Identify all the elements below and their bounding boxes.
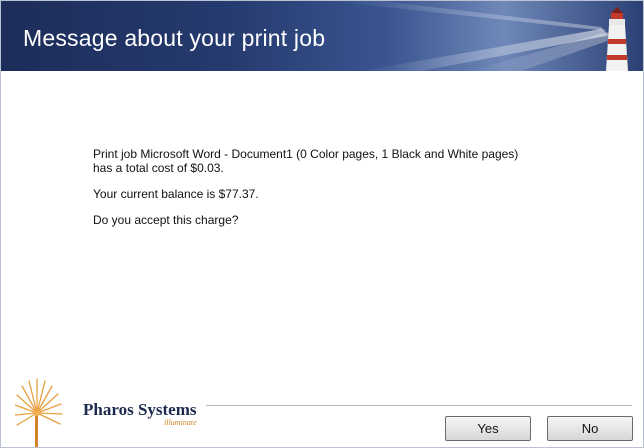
message-line-2: has a total cost of $0.03.: [93, 161, 224, 175]
company-name: Pharos Systems: [83, 400, 197, 419]
question-text: Do you accept this charge?: [93, 213, 239, 227]
sunburst-logo-icon: [15, 378, 63, 447]
header-banner: Message about your print job: [1, 1, 643, 71]
footer-divider: [206, 405, 632, 406]
print-job-dialog: Message about your print job Print job M…: [0, 0, 644, 448]
yes-button[interactable]: Yes: [445, 416, 531, 441]
brand-logo: Pharos Systems illuminate: [83, 401, 197, 427]
balance-text: Your current balance is $77.37.: [93, 187, 259, 201]
product-name: illuminate: [164, 418, 197, 427]
lighthouse-icon: [606, 7, 628, 71]
message-body: Print job Microsoft Word - Document1 (0 …: [93, 147, 593, 239]
message-line-1: Print job Microsoft Word - Document1 (0 …: [93, 147, 519, 161]
no-button[interactable]: No: [547, 416, 633, 441]
window-title: Message about your print job: [23, 25, 326, 51]
